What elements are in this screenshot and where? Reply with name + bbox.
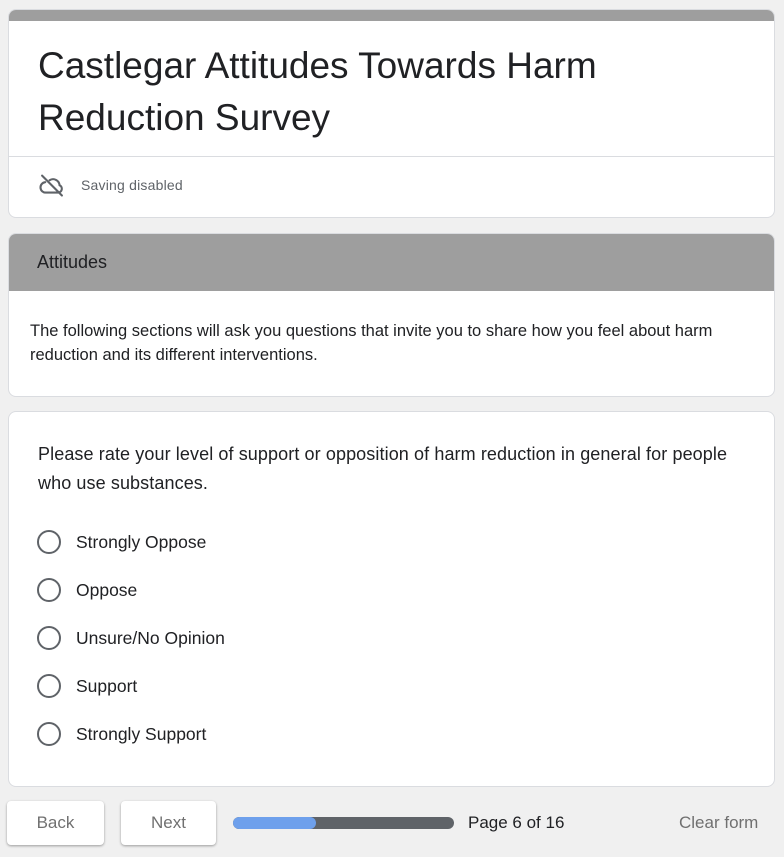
saving-status: Saving disabled — [38, 170, 183, 200]
page-indicator: Page 6 of 16 — [468, 813, 565, 832]
option-label: Strongly Support — [76, 723, 207, 744]
radio-button[interactable] — [37, 578, 61, 602]
option-oppose[interactable]: Oppose — [37, 576, 137, 604]
cloud-off-icon — [39, 174, 63, 197]
option-label: Oppose — [76, 579, 138, 600]
form-title-card: Castlegar Attitudes Towards Harm Reducti… — [8, 9, 775, 218]
option-label: Support — [76, 675, 138, 696]
progress-bar-fill — [233, 817, 316, 829]
section-title: Attitudes — [37, 252, 108, 272]
saving-status-text: Saving disabled — [81, 177, 183, 193]
section-card: Attitudes The following sections will as… — [8, 233, 775, 397]
question-text: Please rate your level of support or opp… — [38, 444, 728, 493]
option-support[interactable]: Support — [37, 672, 137, 700]
progress-bar — [233, 817, 454, 829]
section-header: Attitudes — [9, 234, 774, 291]
radio-button[interactable] — [37, 626, 61, 650]
radio-button[interactable] — [37, 722, 61, 746]
option-unsure[interactable]: Unsure/No Opinion — [37, 624, 225, 652]
clear-form-button[interactable]: Clear form — [679, 813, 758, 833]
back-button[interactable]: Back — [7, 801, 104, 845]
option-strongly-oppose[interactable]: Strongly Oppose — [37, 528, 206, 556]
radio-button[interactable] — [37, 674, 61, 698]
form-title: Castlegar Attitudes Towards Harm Reducti… — [38, 45, 597, 138]
title-divider — [9, 156, 774, 157]
title-accent-bar — [9, 10, 774, 21]
option-strongly-support[interactable]: Strongly Support — [37, 720, 206, 748]
option-label: Strongly Oppose — [76, 531, 207, 552]
question-card: Please rate your level of support or opp… — [8, 411, 775, 787]
option-label: Unsure/No Opinion — [76, 627, 225, 648]
radio-button[interactable] — [37, 530, 61, 554]
next-button[interactable]: Next — [121, 801, 216, 845]
section-description: The following sections will ask you ques… — [30, 322, 713, 364]
